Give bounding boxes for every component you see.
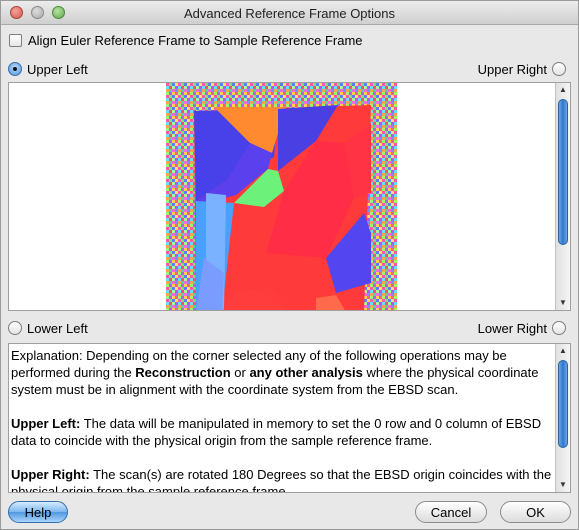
explanation-text-panel[interactable]: Explanation: Depending on the corner sel…	[8, 343, 571, 493]
dialog-window: Advanced Reference Frame Options Align E…	[0, 0, 579, 530]
upper-right-label: Upper Right	[477, 61, 547, 77]
align-euler-label: Align Euler Reference Frame to Sample Re…	[28, 32, 363, 48]
lower-left-radio-button[interactable]	[8, 321, 22, 335]
radio-lower-left[interactable]: Lower Left	[8, 319, 88, 337]
lower-left-label: Lower Left	[27, 320, 88, 336]
upper-left-explanation: Upper Left: The data will be manipulated…	[11, 416, 542, 448]
align-euler-option[interactable]: Align Euler Reference Frame to Sample Re…	[9, 31, 363, 49]
scroll-up-arrow-icon[interactable]: ▲	[556, 83, 570, 97]
explanation-scrollbar[interactable]: ▲ ▼	[555, 344, 570, 492]
upper-right-explanation: Upper Right: The scan(s) are rotated 180…	[11, 467, 552, 493]
upper-right-radio-button[interactable]	[552, 62, 566, 76]
align-euler-checkbox[interactable]	[9, 33, 22, 47]
scroll-down-arrow-icon[interactable]: ▼	[556, 296, 570, 310]
scroll-down-arrow-icon[interactable]: ▼	[556, 478, 570, 492]
upper-left-label: Upper Left	[27, 61, 88, 77]
ebsd-orientation-map-image	[166, 83, 397, 310]
radio-upper-right[interactable]: Upper Right	[478, 60, 566, 78]
radio-lower-right[interactable]: Lower Right	[478, 319, 566, 337]
title-bar: Advanced Reference Frame Options	[1, 1, 578, 25]
help-button[interactable]: Help	[8, 501, 68, 523]
lower-right-label: Lower Right	[477, 320, 547, 336]
ebsd-preview-panel: ▲ ▼	[8, 82, 571, 311]
explanation-intro: Explanation: Depending on the corner sel…	[11, 348, 539, 397]
lower-right-radio-button[interactable]	[552, 321, 566, 335]
cancel-button[interactable]: Cancel	[415, 501, 487, 523]
radio-upper-left[interactable]: Upper Left	[8, 60, 88, 78]
image-scroll-thumb[interactable]	[558, 99, 568, 245]
image-scrollbar[interactable]: ▲ ▼	[555, 83, 570, 310]
scroll-up-arrow-icon[interactable]: ▲	[556, 344, 570, 358]
window-title: Advanced Reference Frame Options	[184, 6, 395, 21]
upper-left-radio-button[interactable]	[8, 62, 22, 76]
explanation-scroll-thumb[interactable]	[558, 360, 568, 448]
explanation-text: Explanation: Depending on the corner sel…	[11, 347, 554, 493]
ok-button[interactable]: OK	[500, 501, 571, 523]
